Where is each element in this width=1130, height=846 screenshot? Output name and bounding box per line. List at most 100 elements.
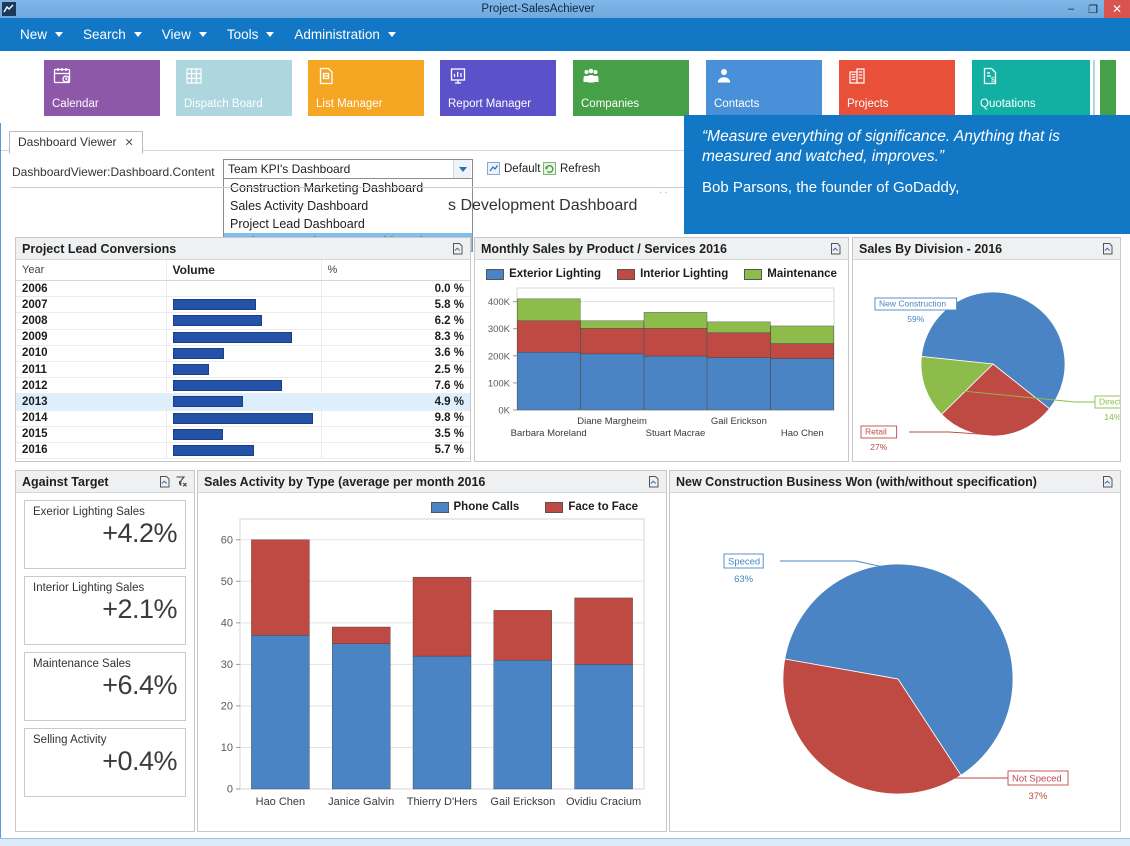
tile-report-manager-label: Report Manager (448, 99, 548, 111)
export-icon[interactable] (1101, 475, 1114, 488)
tile-list-manager[interactable]: List Manager (308, 60, 424, 116)
table-row[interactable]: 20134.9 % (16, 394, 470, 410)
kpi-card-value: +6.4% (33, 671, 177, 699)
maximize-button[interactable]: ❐ (1082, 0, 1104, 18)
table-row[interactable]: 20165.7 % (16, 442, 470, 458)
pie-label-text: New Construction (879, 299, 946, 309)
export-icon[interactable] (829, 242, 842, 255)
cell-volume-bar (166, 410, 321, 426)
export-icon[interactable] (451, 242, 464, 255)
tile-projects[interactable]: Projects (839, 60, 955, 116)
bar-segment (413, 656, 471, 789)
y-tick-label: 0 (227, 784, 233, 796)
cell-year: 2007 (16, 297, 166, 313)
tile-contacts[interactable]: Contacts (706, 60, 822, 116)
volume-bar (173, 429, 223, 440)
legend-label: Exterior Lighting (509, 268, 601, 280)
dashboard-content-label: DashboardViewer:Dashboard.Content (12, 165, 215, 179)
tile-companies[interactable]: Companies (573, 60, 689, 116)
menu-tools[interactable]: Tools (217, 23, 285, 46)
default-button[interactable]: Default (487, 162, 540, 175)
kpi-card[interactable]: Selling Activity+0.4% (24, 728, 186, 797)
quote-author: Bob Parsons, the founder of GoDaddy, (702, 179, 1114, 196)
cell-volume-bar (166, 442, 321, 458)
x-tick-label: Barbara Moreland (511, 428, 587, 439)
panel-against-target-body: Exerior Lighting Sales+4.2% Interior Ligh… (16, 493, 194, 831)
x-tick-label: Diane Margheim (577, 416, 647, 427)
volume-bar (173, 332, 292, 343)
kpi-card[interactable]: Maintenance Sales+6.4% (24, 652, 186, 721)
cell-volume-bar (166, 361, 321, 377)
panel-project-lead-header: Project Lead Conversions (16, 238, 470, 260)
col-volume: Volume (166, 260, 321, 281)
dashboard-combobox-field[interactable]: Team KPI's Dashboard (223, 159, 473, 179)
table-header-row: Year Volume % (16, 260, 470, 281)
report-chart-icon (448, 66, 548, 88)
table-row[interactable]: 20086.2 % (16, 313, 470, 329)
cell-percent: 5.8 % (321, 297, 470, 313)
refresh-button[interactable]: Refresh (543, 162, 600, 175)
cell-volume-bar (166, 345, 321, 361)
panel-project-lead-conversions: Project Lead Conversions Year Volume % 2… (15, 237, 471, 462)
clear-filter-icon[interactable] (175, 475, 188, 488)
close-icon[interactable]: ✕ (125, 136, 134, 149)
kpi-card[interactable]: Exerior Lighting Sales+4.2% (24, 500, 186, 569)
bar-segment (707, 333, 770, 358)
table-row[interactable]: 20153.5 % (16, 426, 470, 442)
tile-overflow-partial[interactable] (1100, 60, 1116, 116)
menu-view[interactable]: View (152, 23, 217, 46)
window-title: Project-SalesAchiever (16, 3, 1060, 15)
cell-volume-bar (166, 281, 321, 297)
building-icon (847, 66, 947, 88)
x-tick-label: Stuart Macrae (646, 428, 706, 439)
table-row[interactable]: 20112.5 % (16, 361, 470, 377)
menu-administration-label: Administration (294, 27, 380, 42)
volume-bar (173, 445, 254, 456)
tile-contacts-label: Contacts (714, 99, 814, 111)
table-row[interactable]: 20127.6 % (16, 378, 470, 394)
tile-calendar[interactable]: Calendar (44, 60, 160, 116)
pie-value-text: 37% (1028, 791, 1048, 802)
bar-segment (575, 598, 633, 664)
table-row[interactable]: 2007 5.8 % (16, 297, 470, 313)
minimize-button[interactable]: – (1060, 0, 1082, 18)
volume-bar (173, 396, 243, 407)
bar-segment (707, 322, 770, 333)
legend-item: Face to Face (545, 501, 638, 513)
tile-report-manager[interactable]: Report Manager (440, 60, 556, 116)
cell-year: 2010 (16, 345, 166, 361)
close-button[interactable]: ✕ (1104, 0, 1130, 18)
bar-segment (494, 660, 552, 789)
export-icon[interactable] (647, 475, 660, 488)
kpi-card[interactable]: Interior Lighting Sales+2.1% (24, 576, 186, 645)
tab-dashboard-viewer[interactable]: Dashboard Viewer ✕ (9, 131, 143, 154)
menu-administration[interactable]: Administration (284, 23, 406, 46)
menu-view-label: View (162, 27, 191, 42)
legend-swatch (744, 269, 762, 280)
legend-item: Interior Lighting (617, 268, 728, 280)
y-tick-label: 60 (221, 534, 233, 546)
cell-year: 2006 (16, 281, 166, 297)
refresh-label: Refresh (560, 163, 600, 175)
panel-project-lead-title: Project Lead Conversions (22, 242, 447, 256)
tile-dispatch-board[interactable]: Dispatch Board (176, 60, 292, 116)
export-icon[interactable] (1101, 242, 1114, 255)
panel-monthly-sales-header: Monthly Sales by Product / Services 2016 (475, 238, 848, 260)
menu-search[interactable]: Search (73, 23, 152, 46)
monthly-sales-chart: 0K100K200K300K400KBarbara MorelandDiane … (475, 280, 848, 450)
cell-volume-bar (166, 394, 321, 410)
table-row[interactable]: 20103.6 % (16, 345, 470, 361)
cell-percent: 9.8 % (321, 410, 470, 426)
table-row[interactable]: 20098.3 % (16, 329, 470, 345)
table-row[interactable]: 20060.0 % (16, 281, 470, 297)
table-row[interactable]: 20149.8 % (16, 410, 470, 426)
panel-sales-activity-header: Sales Activity by Type (average per mont… (198, 471, 666, 493)
tile-quotations[interactable]: $ Quotations (972, 60, 1090, 116)
export-icon[interactable] (158, 475, 171, 488)
menu-new[interactable]: New (10, 23, 73, 46)
kpi-card-label: Selling Activity (33, 734, 177, 746)
y-tick-label: 200K (488, 351, 511, 362)
x-tick-label: Janice Galvin (328, 796, 394, 808)
chevron-down-icon[interactable] (453, 160, 471, 178)
col-year: Year (16, 260, 166, 281)
